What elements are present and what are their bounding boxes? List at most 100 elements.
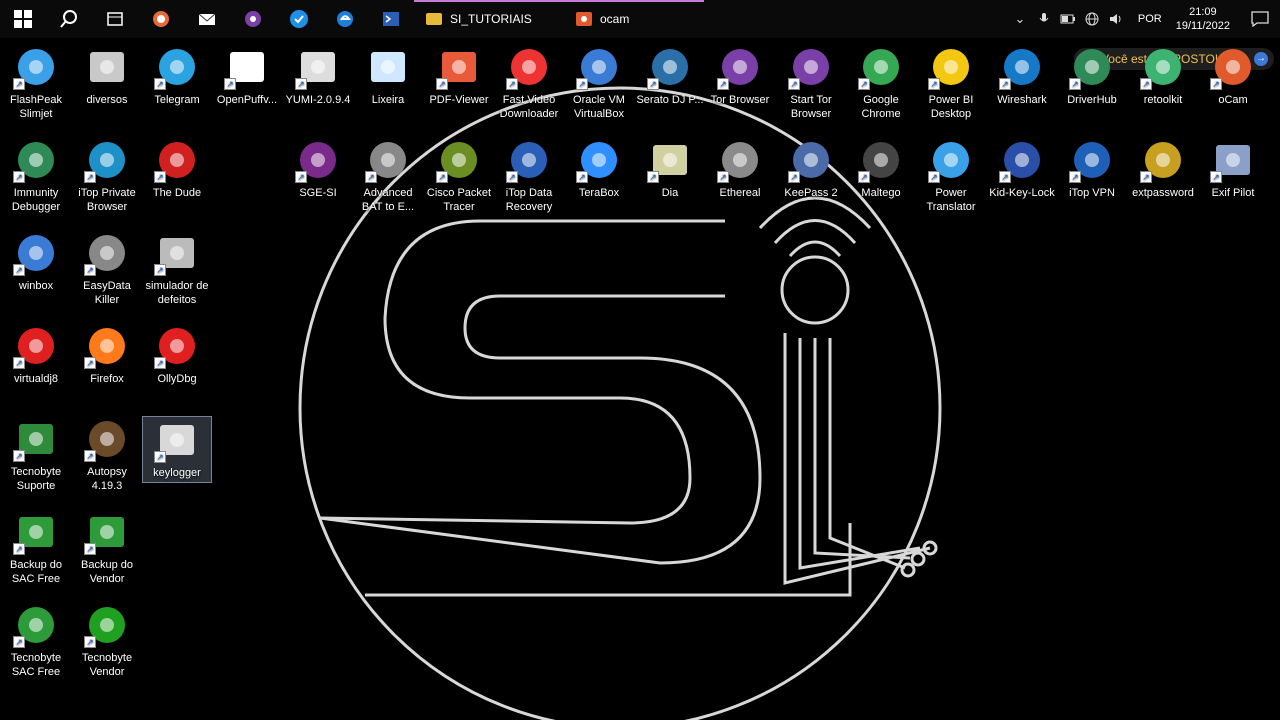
- desktop-icon[interactable]: ↗ Start Tor Browser: [776, 44, 846, 121]
- desktop-icon-label: SGE-SI: [299, 187, 337, 199]
- desktop-icon[interactable]: ↗ Google Chrome: [846, 44, 916, 121]
- tor-button[interactable]: [230, 0, 276, 38]
- desktop-icon-label: iTop Data Recovery: [505, 187, 553, 213]
- desktop-icon[interactable]: ↗ Dia: [635, 137, 705, 200]
- desktop-icon[interactable]: ↗ KeePass 2: [776, 137, 846, 200]
- desktop-icon[interactable]: ↗ Cisco Packet Tracer: [424, 137, 494, 214]
- desktop-icon[interactable]: ↗ Tecnobyte Vendor: [72, 602, 142, 679]
- desktop-icon[interactable]: ↗ TeraBox: [564, 137, 634, 200]
- desktop-icon[interactable]: ↗ iTop Data Recovery: [494, 137, 564, 214]
- desktop-icon[interactable]: ↗ Advanced BAT to E...: [353, 137, 423, 214]
- desktop-icon-label: YUMI-2.0.9.4: [285, 94, 351, 106]
- start-button[interactable]: [0, 0, 46, 38]
- desktop-icon-label: Backup do SAC Free: [10, 559, 62, 585]
- language-indicator[interactable]: POR: [1128, 13, 1172, 25]
- desktop-icon-label: Oracle VM VirtualBox: [573, 94, 625, 120]
- volume-icon[interactable]: [1104, 0, 1128, 38]
- shortcut-arrow-icon: ↗: [436, 171, 448, 183]
- desktop-icon-label: DriverHub: [1067, 94, 1117, 106]
- bat-to-exe-icon: ↗: [365, 137, 411, 183]
- desktop-icon[interactable]: ↗ Serato DJ P...: [635, 44, 705, 107]
- backup-sac-icon: ↗: [13, 509, 59, 555]
- maltego-icon: ↗: [858, 137, 904, 183]
- shortcut-arrow-icon: ↗: [647, 78, 659, 90]
- edge-button[interactable]: [322, 0, 368, 38]
- desktop-icon[interactable]: ↗ Backup do SAC Free: [1, 509, 71, 586]
- desktop-icon[interactable]: ↗ oCam: [1198, 44, 1268, 107]
- desktop-icon[interactable]: ↗ Firefox: [72, 323, 142, 386]
- shortcut-arrow-icon: ↗: [84, 264, 96, 276]
- taskbar-app-1[interactable]: [138, 0, 184, 38]
- notification-center-button[interactable]: [1240, 0, 1280, 38]
- shortcut-arrow-icon: ↗: [13, 78, 25, 90]
- desktop-icon[interactable]: ↗ Backup do Vendor: [72, 509, 142, 586]
- desktop-icon-label: iTop VPN: [1069, 187, 1115, 199]
- desktop-icon[interactable]: ↗ Maltego: [846, 137, 916, 200]
- shortcut-arrow-icon: ↗: [1140, 171, 1152, 183]
- desktop-icon[interactable]: ↗ Power Translator: [916, 137, 986, 214]
- desktop-icon[interactable]: ↗ DriverHub: [1057, 44, 1127, 107]
- desktop-icon[interactable]: ↗ Immunity Debugger: [1, 137, 71, 214]
- exif-pilot-icon: ↗: [1210, 137, 1256, 183]
- desktop-icon[interactable]: ↗ FlashPeak Slimjet: [1, 44, 71, 121]
- taskbar-app-ocam[interactable]: ocam: [564, 0, 704, 38]
- desktop-icon-label: Cisco Packet Tracer: [426, 187, 492, 213]
- desktop-icon[interactable]: ↗ simulador de defeitos: [142, 230, 212, 307]
- desktop-icon[interactable]: ↗ iTop Private Browser: [72, 137, 142, 214]
- task-view-button[interactable]: [92, 0, 138, 38]
- packet-tracer-icon: ↗: [436, 137, 482, 183]
- clock[interactable]: 21:09 19/11/2022: [1172, 5, 1240, 33]
- desktop-icon-label: KeePass 2: [784, 187, 838, 199]
- desktop-icon-label: Kid-Key-Lock: [989, 187, 1055, 199]
- battery-icon[interactable]: [1056, 0, 1080, 38]
- app-icon-1: [153, 11, 169, 27]
- taskbar-app-si-tutoriais[interactable]: SI_TUTORIAIS: [414, 0, 564, 38]
- desktop-icon[interactable]: ↗ Telegram: [142, 44, 212, 107]
- mail-button[interactable]: [184, 0, 230, 38]
- desktop-icon[interactable]: ↗ PDF-Viewer: [424, 44, 494, 107]
- desktop-icon[interactable]: ↗ iTop VPN: [1057, 137, 1127, 200]
- desktop-icon-label: Power BI Desktop: [928, 94, 974, 120]
- desktop-icon[interactable]: ↗ Tecnobyte SAC Free: [1, 602, 71, 679]
- vpn-button[interactable]: [276, 0, 322, 38]
- network-globe-icon[interactable]: [1080, 0, 1104, 38]
- desktop-icon[interactable]: ↗ EasyData Killer: [72, 230, 142, 307]
- desktop-icon[interactable]: ↗ Tor Browser: [705, 44, 775, 107]
- desktop-icon-label: Firefox: [90, 373, 124, 385]
- desktop-icon[interactable]: ↗ Power BI Desktop: [916, 44, 986, 121]
- desktop-icon[interactable]: ↗ Ethereal: [705, 137, 775, 200]
- desktop-icon[interactable]: ↗ Fast Video Downloader: [494, 44, 564, 121]
- desktop-icon[interactable]: ↗ Tecnobyte Suporte: [1, 416, 71, 493]
- keys-icon: ↗: [1140, 137, 1186, 183]
- wireshark-icon: ↗: [999, 44, 1045, 90]
- desktop-icon-label: Fast Video Downloader: [499, 94, 559, 120]
- desktop-icon[interactable]: ↗ The Dude: [142, 137, 212, 200]
- desktop-icon-label: Wireshark: [997, 94, 1047, 106]
- desktop-icon[interactable]: ↗ virtualdj8: [1, 323, 71, 386]
- desktop-icon[interactable]: ↗ SGE-SI: [283, 137, 353, 200]
- desktop-icon[interactable]: ↗ YUMI-2.0.9.4: [283, 44, 353, 107]
- desktop-icon[interactable]: Lixeira: [353, 44, 423, 107]
- search-button[interactable]: [46, 0, 92, 38]
- desktop-icon[interactable]: ↗ Oracle VM VirtualBox: [564, 44, 634, 121]
- desktop-icon-label: diversos: [86, 94, 128, 106]
- desktop-icon[interactable]: ↗ Wireshark: [987, 44, 1057, 107]
- start-icon: [14, 10, 32, 28]
- shortcut-arrow-icon: ↗: [295, 171, 307, 183]
- vpn-icon: [290, 10, 308, 28]
- desktop-icon[interactable]: ↗ Autopsy 4.19.3: [72, 416, 142, 493]
- desktop-icon[interactable]: ↗ keylogger: [142, 416, 212, 483]
- desktop-icon[interactable]: ↗ Exif Pilot: [1198, 137, 1268, 200]
- dia-icon: ↗: [647, 137, 693, 183]
- desktop-icon[interactable]: ↗ OpenPuffv...: [212, 44, 282, 107]
- desktop-icon[interactable]: ↗ retoolkit: [1128, 44, 1198, 107]
- desktop-icon[interactable]: diversos: [72, 44, 142, 107]
- chevron-up-icon[interactable]: ⌄: [1008, 0, 1032, 38]
- desktop-icon[interactable]: ↗ OllyDbg: [142, 323, 212, 386]
- desktop-icon-label: extpassword: [1132, 187, 1194, 199]
- microphone-icon[interactable]: [1032, 0, 1056, 38]
- desktop-icon[interactable]: ↗ winbox: [1, 230, 71, 293]
- desktop-icon[interactable]: ↗ extpassword: [1128, 137, 1198, 200]
- desktop-icon[interactable]: ↗ Kid-Key-Lock: [987, 137, 1057, 200]
- powershell-button[interactable]: [368, 0, 414, 38]
